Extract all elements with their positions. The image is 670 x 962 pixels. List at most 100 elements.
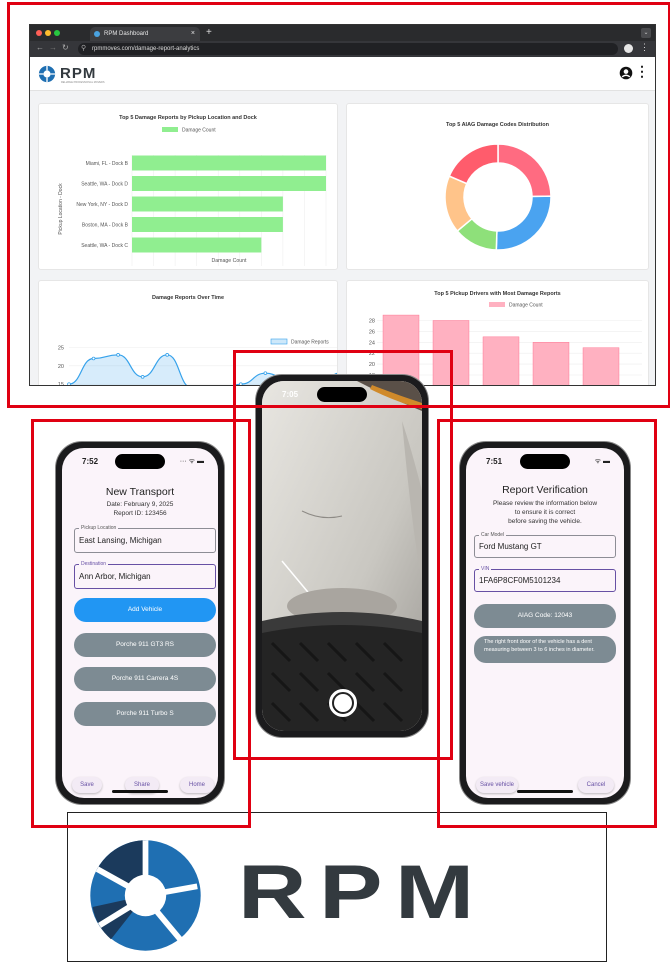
chart-card-aiag-codes: Top 5 AIAG Damage Codes Distribution 532… xyxy=(346,103,649,270)
damage-description: The right front door of the vehicle has … xyxy=(474,636,616,663)
doughnut-slice xyxy=(445,176,472,231)
data-point xyxy=(92,357,95,360)
status-icons: ··· ᯤ ▬ xyxy=(180,457,204,466)
field-value: 1FA6P8CF0M5101234 xyxy=(479,576,560,585)
data-point xyxy=(166,353,169,356)
phone-new-transport: 7:52 ··· ᯤ ▬ New Transport Date: Februar… xyxy=(56,442,224,804)
shutter-inner xyxy=(334,694,352,712)
bar xyxy=(132,176,326,191)
page-title: New Transport xyxy=(62,486,218,498)
instruction-line: before saving the vehicle. xyxy=(466,517,624,526)
phone-report-verification: 7:51 ᯤ ▬ Report Verification Please revi… xyxy=(460,442,630,804)
tab-search-icon[interactable]: ⌄ xyxy=(641,28,651,38)
y-tick-label: 26 xyxy=(369,329,375,335)
cancel-button[interactable]: Cancel xyxy=(578,777,614,793)
save-button[interactable]: Save xyxy=(72,777,102,793)
favicon-icon xyxy=(94,31,100,37)
bar xyxy=(132,197,283,212)
y-tick-label: 25 xyxy=(58,346,64,352)
bar xyxy=(433,321,469,387)
minimize-window-icon[interactable] xyxy=(45,30,51,36)
data-point xyxy=(141,375,144,378)
report-date: Date: February 9, 2025 xyxy=(62,500,218,509)
app-logo-subtitle: RELIABLE PROFESSIONAL MOVERS xyxy=(61,81,105,84)
new-tab-button[interactable]: + xyxy=(206,25,212,41)
status-icons: ᯤ ▬ xyxy=(595,457,610,466)
report-id: Report ID: 123456 xyxy=(62,509,218,518)
legend-label: Damage Count xyxy=(509,303,543,309)
tab-close-icon[interactable]: × xyxy=(191,27,195,41)
y-tick-label: New York, NY - Dock D xyxy=(76,202,128,208)
camera-photo-image xyxy=(262,381,422,731)
y-tick-label: 28 xyxy=(369,319,375,325)
back-icon[interactable]: ← xyxy=(36,43,44,52)
home-button[interactable]: Home xyxy=(180,777,214,793)
car-model-field[interactable]: Car Model Ford Mustang GT xyxy=(474,535,616,558)
x-axis-label: Damage Count xyxy=(212,258,247,264)
app-logo-text: RPM xyxy=(60,65,96,82)
legend-label: Damage Count xyxy=(182,128,216,134)
aiag-code-button[interactable]: AIAG Code: 12043 xyxy=(474,604,616,628)
reload-icon[interactable]: ↻ xyxy=(62,43,69,52)
profile-icon[interactable] xyxy=(624,44,633,53)
y-tick-label: Boston, MA - Dock B xyxy=(82,223,129,229)
destination-field[interactable]: Destination Ann Arbor, Michigan xyxy=(74,564,216,589)
y-tick-label: 20 xyxy=(58,364,64,370)
url-input[interactable]: ⚲ rpmmoves.com/damage-report-analytics xyxy=(78,43,618,55)
doughnut-slice xyxy=(496,196,551,250)
chart-card-location-dock: Top 5 Damage Reports by Pickup Location … xyxy=(38,103,338,270)
maximize-window-icon[interactable] xyxy=(54,30,60,36)
field-label: Destination xyxy=(79,560,108,568)
dynamic-island xyxy=(520,454,570,469)
y-axis-label: Pickup Location - Dock xyxy=(58,183,64,235)
legend-swatch xyxy=(271,339,287,344)
vehicle-button[interactable]: Porche 911 GT3 RS xyxy=(74,633,216,657)
rpm-logo-panel: RPM xyxy=(67,812,607,962)
rpm-logo-mark-icon xyxy=(88,838,203,953)
y-tick-label: 15 xyxy=(58,382,64,386)
doughnut-chart-aiag-codes: 5323582601104021198511672 xyxy=(347,104,649,270)
bar-chart-location-dock: Damage Count0123456789Miami, FL - Dock B… xyxy=(39,104,338,270)
status-time: 7:51 xyxy=(486,457,502,466)
vehicle-button[interactable]: Porche 911 Carrera 4S xyxy=(74,667,216,691)
address-bar-row: ← → ↻ ⚲ rpmmoves.com/damage-report-analy… xyxy=(30,41,656,57)
phone-camera: 7:05 xyxy=(256,375,428,737)
app-menu-icon[interactable]: ⋮ xyxy=(635,63,649,80)
add-vehicle-button[interactable]: Add Vehicle xyxy=(74,598,216,622)
url-text: rpmmoves.com/damage-report-analytics xyxy=(92,46,199,52)
line-chart-over-time: 25201510Damage Reports xyxy=(39,281,338,386)
shutter-button[interactable] xyxy=(329,689,357,717)
doughnut-slice xyxy=(498,144,551,196)
close-window-icon[interactable] xyxy=(36,30,42,36)
page-title: Report Verification xyxy=(466,484,624,496)
browser-menu-icon[interactable]: ⋮ xyxy=(640,42,649,53)
bar xyxy=(533,342,569,386)
bar-chart-drivers: 282624222018161412Damage Count xyxy=(347,281,649,386)
data-point xyxy=(68,383,71,386)
phone-screen: 7:51 ᯤ ▬ Report Verification Please revi… xyxy=(466,448,624,798)
browser-tab[interactable]: RPM Dashboard × xyxy=(90,27,200,41)
pickup-location-field[interactable]: Pickup Location East Lansing, Michigan xyxy=(74,528,216,553)
site-info-icon[interactable]: ⚲ xyxy=(81,43,86,55)
field-value: East Lansing, Michigan xyxy=(79,536,162,545)
save-vehicle-button[interactable]: Save vehicle xyxy=(476,777,518,793)
vehicle-button[interactable]: Porche 911 Turbo S xyxy=(74,702,216,726)
field-label: Car Model xyxy=(479,531,506,539)
forward-icon[interactable]: → xyxy=(49,43,57,52)
browser-window: RPM Dashboard × + ⌄ ← → ↻ ⚲ rpmmoves.com… xyxy=(29,24,656,386)
account-icon[interactable] xyxy=(619,66,633,80)
camera-viewfinder: 7:05 xyxy=(262,381,422,731)
bar xyxy=(132,217,283,232)
instruction-line: Please review the information below xyxy=(466,499,624,508)
data-point xyxy=(117,353,120,356)
field-label: VIN xyxy=(479,565,491,573)
y-tick-label: 24 xyxy=(369,340,375,346)
bar xyxy=(583,348,619,386)
vin-field[interactable]: VIN 1FA6P8CF0M5101234 xyxy=(474,569,616,592)
home-indicator xyxy=(517,790,573,793)
y-tick-label: Seattle, WA - Dock C xyxy=(81,243,128,249)
app-header: RPM RELIABLE PROFESSIONAL MOVERS ⋮ xyxy=(30,57,656,91)
dynamic-island xyxy=(115,454,165,469)
bar xyxy=(132,156,326,171)
status-time: 7:52 xyxy=(82,457,98,466)
